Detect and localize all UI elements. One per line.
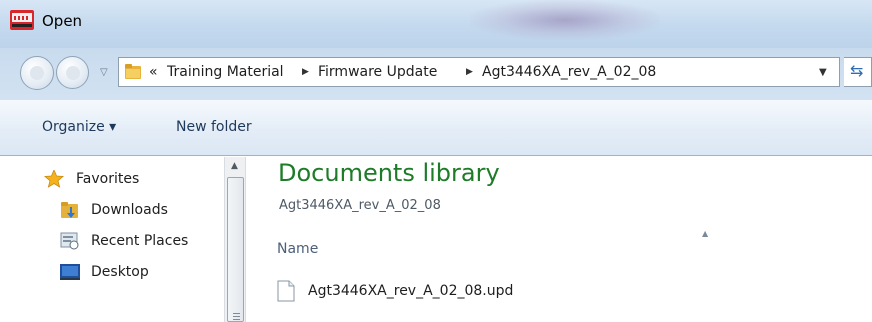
forward-button[interactable] xyxy=(56,56,89,89)
address-dropdown-icon[interactable]: ▼ xyxy=(819,67,827,78)
app-icon xyxy=(10,10,34,30)
file-name: Agt3446XA_rev_A_02_08.upd xyxy=(308,283,514,299)
recent-places-icon xyxy=(60,232,79,250)
breadcrumb-agt3446xa[interactable]: Agt3446XA_rev_A_02_08 xyxy=(482,64,656,80)
library-subtitle: Agt3446XA_rev_A_02_08 xyxy=(279,198,441,213)
address-bar[interactable]: « Training Material ▶ Firmware Update ▶ … xyxy=(118,57,840,87)
star-icon xyxy=(44,170,64,188)
nav-item-label: Favorites xyxy=(76,171,140,187)
grip-icon xyxy=(233,313,240,314)
file-list-pane: Documents library Agt3446XA_rev_A_02_08 … xyxy=(246,157,872,322)
back-button[interactable] xyxy=(20,56,54,90)
new-folder-button[interactable]: New folder xyxy=(176,119,252,135)
nav-item-label: Desktop xyxy=(91,264,149,280)
refresh-button[interactable]: ⇆ xyxy=(844,57,872,87)
address-row: ▽ « Training Material ▶ Firmware Update … xyxy=(0,48,872,100)
refresh-icon: ⇆ xyxy=(850,61,864,80)
breadcrumb-arrow-icon[interactable]: ▶ xyxy=(302,67,309,77)
breadcrumb-firmware-update[interactable]: Firmware Update xyxy=(318,64,437,80)
organize-button[interactable]: Organize ▾ xyxy=(42,119,116,135)
sort-ascending-icon: ▲ xyxy=(702,229,709,238)
title-bar[interactable]: Open xyxy=(0,0,872,48)
scroll-up-arrow-icon[interactable]: ▲ xyxy=(231,161,238,171)
command-toolbar: Organize ▾ New folder xyxy=(0,100,872,156)
file-icon xyxy=(277,280,295,302)
nav-item-label: Downloads xyxy=(91,202,168,218)
breadcrumb-training-material[interactable]: Training Material xyxy=(167,64,284,80)
desktop-icon xyxy=(60,264,80,280)
breadcrumb-arrow-icon[interactable]: ▶ xyxy=(466,67,473,77)
window-title: Open xyxy=(42,12,83,30)
navigation-pane: Favorites Downloads Recent Places Deskto… xyxy=(0,157,224,322)
downloads-folder-icon xyxy=(61,202,78,218)
column-header-name[interactable]: Name xyxy=(277,241,318,257)
folder-icon xyxy=(125,64,141,79)
recent-pages-dropdown-icon[interactable]: ▽ xyxy=(100,67,108,78)
scroll-thumb[interactable] xyxy=(227,177,244,322)
library-title: Documents library xyxy=(278,159,500,187)
nav-item-label: Recent Places xyxy=(91,233,189,249)
nav-scrollbar[interactable]: ▲ xyxy=(224,157,246,322)
breadcrumb-overflow[interactable]: « xyxy=(149,64,158,80)
title-bar-glow xyxy=(470,0,660,40)
